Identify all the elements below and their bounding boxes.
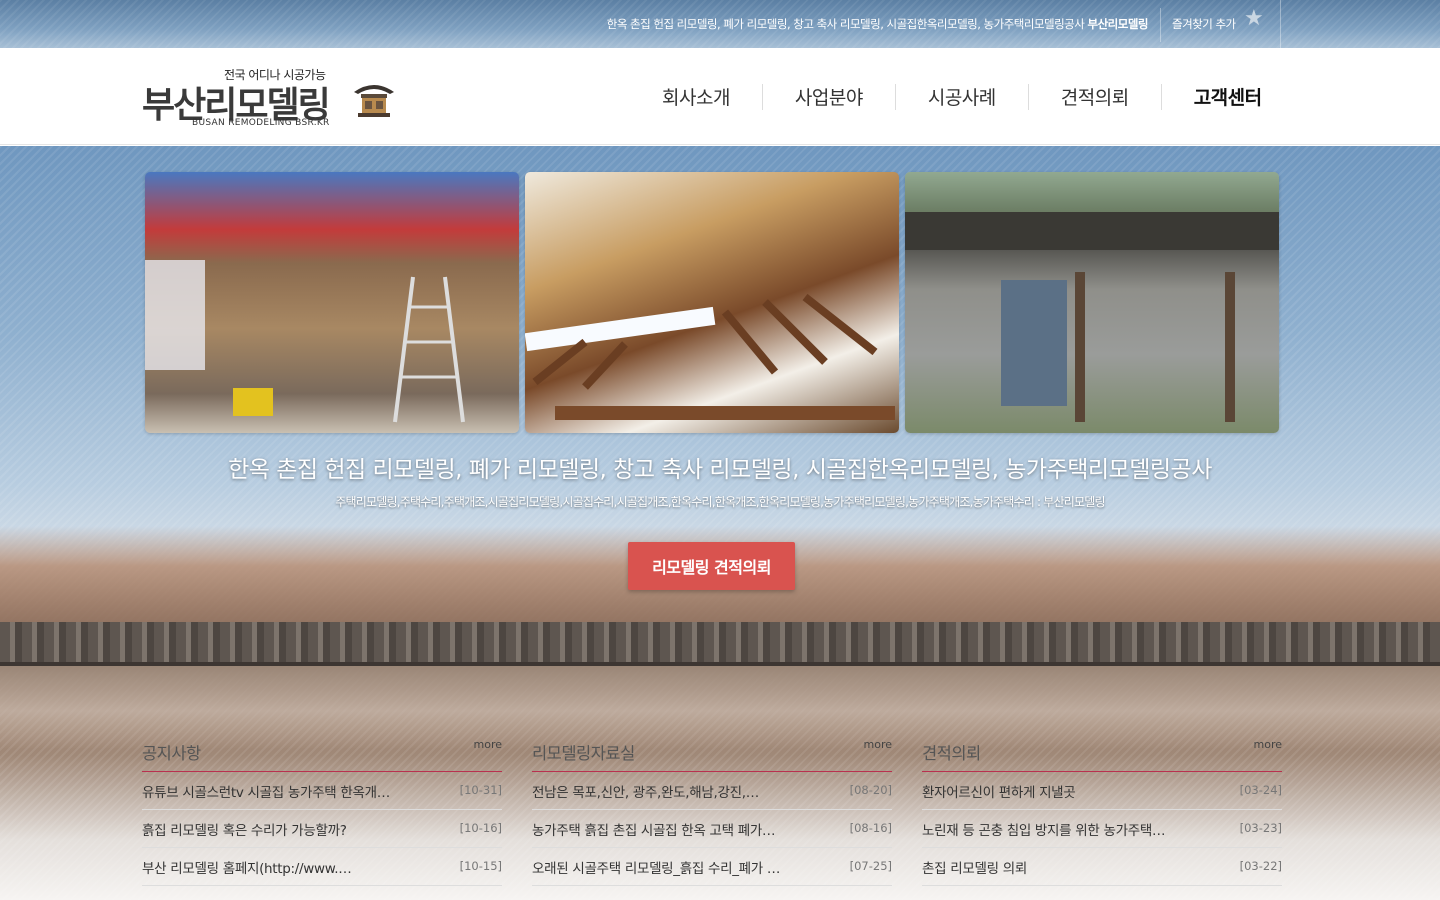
rafters-graphic bbox=[525, 293, 895, 420]
ladder-graphic bbox=[145, 260, 465, 423]
more-link[interactable]: more bbox=[864, 738, 893, 751]
post-title[interactable]: 환자어르신이 편하게 지낼곳 bbox=[922, 781, 1202, 801]
post-date: [07-25] bbox=[849, 859, 892, 873]
hero-title: 한옥 촌집 헌집 리모델링, 폐가 리모델링, 창고 축사 리모델링, 시골집한… bbox=[228, 457, 1212, 483]
board-title[interactable]: 리모델링자료실 bbox=[532, 740, 635, 764]
board-header: 리모델링자료실 more bbox=[532, 738, 893, 772]
top-divider bbox=[1160, 8, 1161, 42]
board-title[interactable]: 견적의뢰 bbox=[922, 740, 981, 764]
case-photo-ceiling-rafters[interactable] bbox=[525, 172, 899, 433]
favorite-link[interactable]: 즐겨찾기 추가 bbox=[1172, 16, 1236, 32]
hanok-house-icon bbox=[354, 85, 394, 117]
board-estimate: 견적의뢰 more 환자어르신이 편하게 지낼곳 [03-24] 노린재 등 곤… bbox=[922, 738, 1283, 886]
post-date: [10-16] bbox=[459, 821, 502, 835]
list-item[interactable]: 전남은 목포,신안, 광주,완도,해남,강진,… [08-20] bbox=[532, 772, 892, 810]
list-item[interactable]: 촌집 리모델링 의뢰 [03-22] bbox=[922, 848, 1282, 886]
case-photo-old-shed[interactable] bbox=[905, 172, 1279, 433]
board-header: 공지사항 more bbox=[142, 738, 503, 772]
top-tagline: 한옥 촌집 헌집 리모델링, 폐가 리모델링, 창고 축사 리모델링, 시골집한… bbox=[606, 16, 1149, 32]
post-date: [03-22] bbox=[1239, 859, 1282, 873]
case-photo-house-exterior[interactable] bbox=[145, 172, 519, 433]
board-resources: 리모델링자료실 more 전남은 목포,신안, 광주,완도,해남,강진,… [0… bbox=[532, 738, 893, 886]
post-title[interactable]: 오래된 시골주택 리모델링_흙집 수리_폐가 … bbox=[532, 857, 812, 877]
top-tagline-text: 한옥 촌집 헌집 리모델링, 폐가 리모델링, 창고 축사 리모델링, 시골집한… bbox=[606, 17, 1085, 31]
board-notice: 공지사항 more 유튜브 시골스런tv 시골집 농가주택 한옥개… [10-3… bbox=[142, 738, 503, 886]
top-bar: 한옥 촌집 헌집 리모델링, 폐가 리모델링, 창고 축사 리모델링, 시골집한… bbox=[0, 0, 1440, 48]
nav-item-estimate[interactable]: 견적의뢰 bbox=[1029, 83, 1161, 110]
post-date: [10-15] bbox=[459, 859, 502, 873]
post-title[interactable]: 전남은 목포,신안, 광주,완도,해남,강진,… bbox=[532, 781, 812, 801]
site-logo[interactable]: 전국 어디나 시공가능 부산리모델링 BUSAN REMODELING BSR.… bbox=[142, 64, 402, 134]
board-title[interactable]: 공지사항 bbox=[142, 740, 201, 764]
post-date: [03-23] bbox=[1239, 821, 1282, 835]
post-title[interactable]: 노린재 등 곤충 침입 방지를 위한 농가주택… bbox=[922, 819, 1202, 839]
logo-english: BUSAN REMODELING BSR.KR bbox=[192, 118, 330, 128]
more-link[interactable]: more bbox=[474, 738, 503, 751]
list-item[interactable]: 농가주택 흙집 촌집 시골집 한옥 고택 폐가… [08-16] bbox=[532, 810, 892, 848]
list-item[interactable]: 환자어르신이 편하게 지낼곳 [03-24] bbox=[922, 772, 1282, 810]
list-item[interactable]: 부산 리모델링 홈페지(http://www.… [10-15] bbox=[142, 848, 502, 886]
more-link[interactable]: more bbox=[1254, 738, 1283, 751]
list-item[interactable]: 흙집 리모델링 혹은 수리가 가능할까? [10-16] bbox=[142, 810, 502, 848]
hero-roof-tiles bbox=[0, 622, 1440, 666]
nav-item-support[interactable]: 고객센터 bbox=[1162, 83, 1294, 110]
star-icon[interactable]: ★ bbox=[1244, 8, 1264, 30]
shed-graphic bbox=[905, 172, 1279, 422]
post-date: [08-16] bbox=[849, 821, 892, 835]
site-header: 전국 어디나 시공가능 부산리모델링 BUSAN REMODELING BSR.… bbox=[0, 48, 1440, 145]
post-date: [03-24] bbox=[1239, 783, 1282, 797]
list-item[interactable]: 오래된 시골주택 리모델링_흙집 수리_폐가 … [07-25] bbox=[532, 848, 892, 886]
board-header: 견적의뢰 more bbox=[922, 738, 1283, 772]
post-title[interactable]: 유튜브 시골스런tv 시골집 농가주택 한옥개… bbox=[142, 781, 422, 801]
nav-item-portfolio[interactable]: 시공사례 bbox=[896, 83, 1028, 110]
nav-item-business[interactable]: 사업분야 bbox=[763, 83, 895, 110]
post-title[interactable]: 농가주택 흙집 촌집 시골집 한옥 고택 폐가… bbox=[532, 819, 812, 839]
hero-subtitle: 주택리모델링,주택수리,주택개조,시골집리모델링,시골집수리,시골집개조,한옥수… bbox=[335, 495, 1105, 509]
nav-item-company[interactable]: 회사소개 bbox=[630, 83, 762, 110]
main-nav: 회사소개 사업분야 시공사례 견적의뢰 고객센터 bbox=[630, 48, 1294, 145]
post-title[interactable]: 촌집 리모델링 의뢰 bbox=[922, 857, 1202, 877]
post-date: [10-31] bbox=[459, 783, 502, 797]
list-item[interactable]: 노린재 등 곤충 침입 방지를 위한 농가주택… [03-23] bbox=[922, 810, 1282, 848]
estimate-request-button[interactable]: 리모델링 견적의뢰 bbox=[628, 542, 795, 590]
post-title[interactable]: 흙집 리모델링 혹은 수리가 가능할까? bbox=[142, 819, 422, 839]
list-item[interactable]: 유튜브 시골스런tv 시골집 농가주택 한옥개… [10-31] bbox=[142, 772, 502, 810]
top-brand: 부산리모델링 bbox=[1087, 17, 1149, 31]
top-divider-right bbox=[1280, 0, 1281, 48]
post-date: [08-20] bbox=[849, 783, 892, 797]
post-title[interactable]: 부산 리모델링 홈페지(http://www.… bbox=[142, 857, 422, 877]
